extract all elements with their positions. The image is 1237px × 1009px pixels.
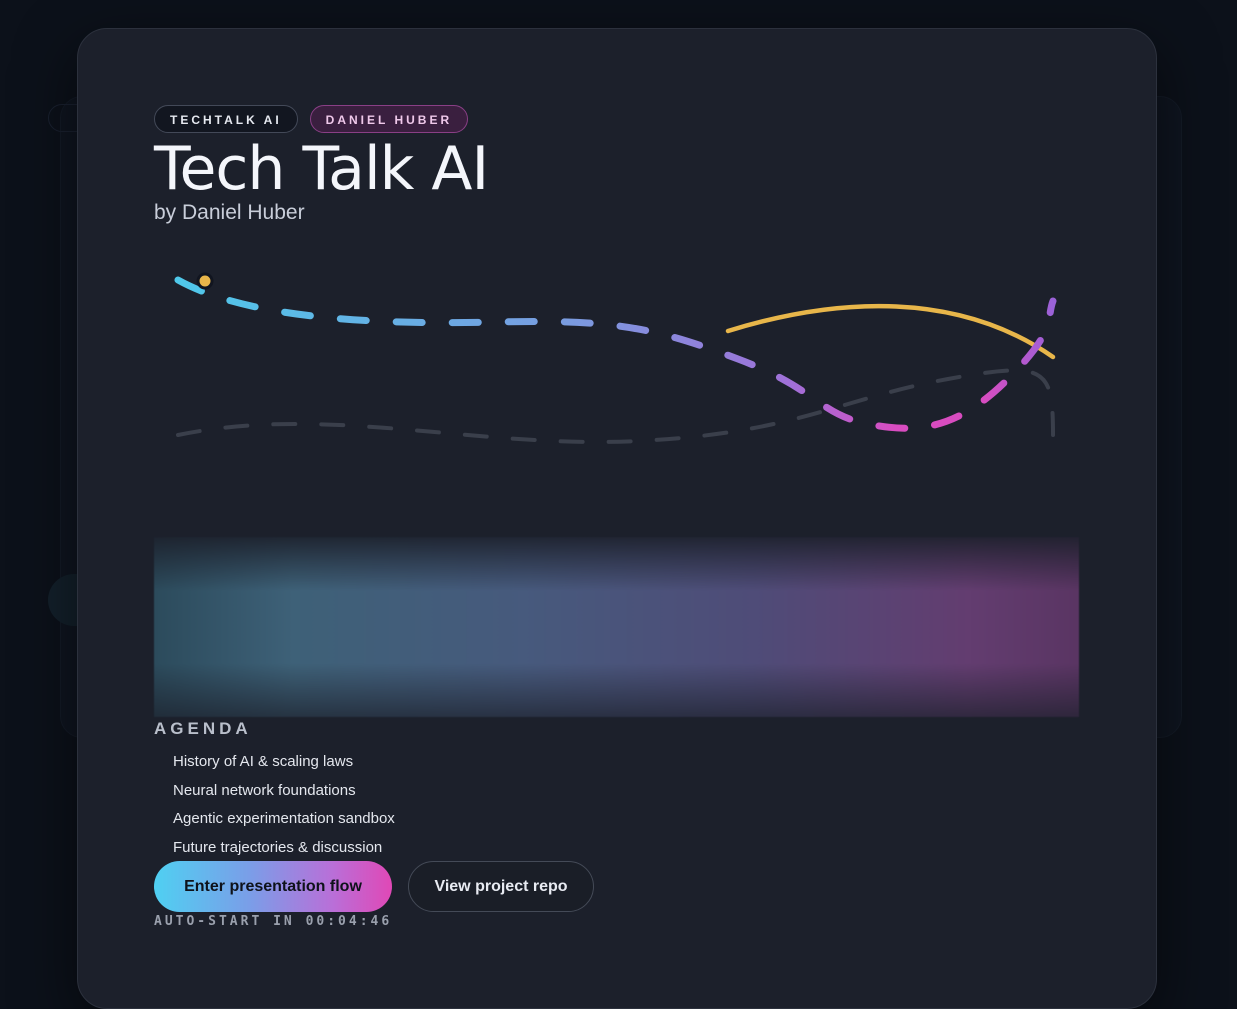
org-badge: TECHTALK AI [154, 105, 298, 133]
agenda-item: Agentic experimentation sandbox [173, 810, 395, 827]
author-badge: DANIEL HUBER [309, 105, 469, 133]
presentation-modal: TECHTALK AI DANIEL HUBER Tech Talk AI by… [77, 28, 1157, 1009]
autostart-countdown: AUTO-START IN 00:04:46 [154, 914, 393, 929]
gradient-banner [154, 537, 1079, 717]
page-subtitle: by Daniel Huber [154, 201, 305, 224]
agenda-list: History of AI & scaling laws Neural netw… [173, 751, 395, 865]
agenda-heading: AGENDA [154, 719, 252, 738]
grey-dashed-curve [176, 368, 1056, 463]
gradient-dashed-curve [174, 276, 1057, 432]
curve-start-dot [196, 272, 214, 290]
agenda-item: Neural network foundations [173, 781, 356, 799]
gold-arc [725, 303, 1056, 360]
enter-presentation-button[interactable]: Enter presentation flow [154, 861, 392, 912]
page-title: Tech Talk AI [154, 134, 489, 204]
agenda-item: History of AI & scaling laws [173, 753, 354, 770]
view-repo-button[interactable]: View project repo [408, 861, 594, 912]
badge-row: TECHTALK AI DANIEL HUBER [154, 105, 469, 133]
